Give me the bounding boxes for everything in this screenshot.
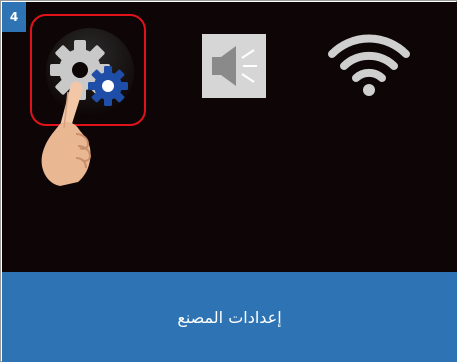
- figure-frame: 4 إعدادات المصنع: [0, 0, 457, 362]
- caption-text: إعدادات المصنع: [177, 307, 282, 327]
- hand-pointer-icon: [41, 81, 92, 186]
- device-screen: [2, 2, 457, 272]
- caption-bar: إعدادات المصنع: [2, 272, 457, 362]
- wifi-icon: [328, 34, 410, 96]
- sound-button[interactable]: [202, 34, 266, 98]
- step-number-badge: 4: [2, 2, 26, 32]
- wifi-button[interactable]: [328, 32, 410, 98]
- speaker-icon: [202, 34, 266, 98]
